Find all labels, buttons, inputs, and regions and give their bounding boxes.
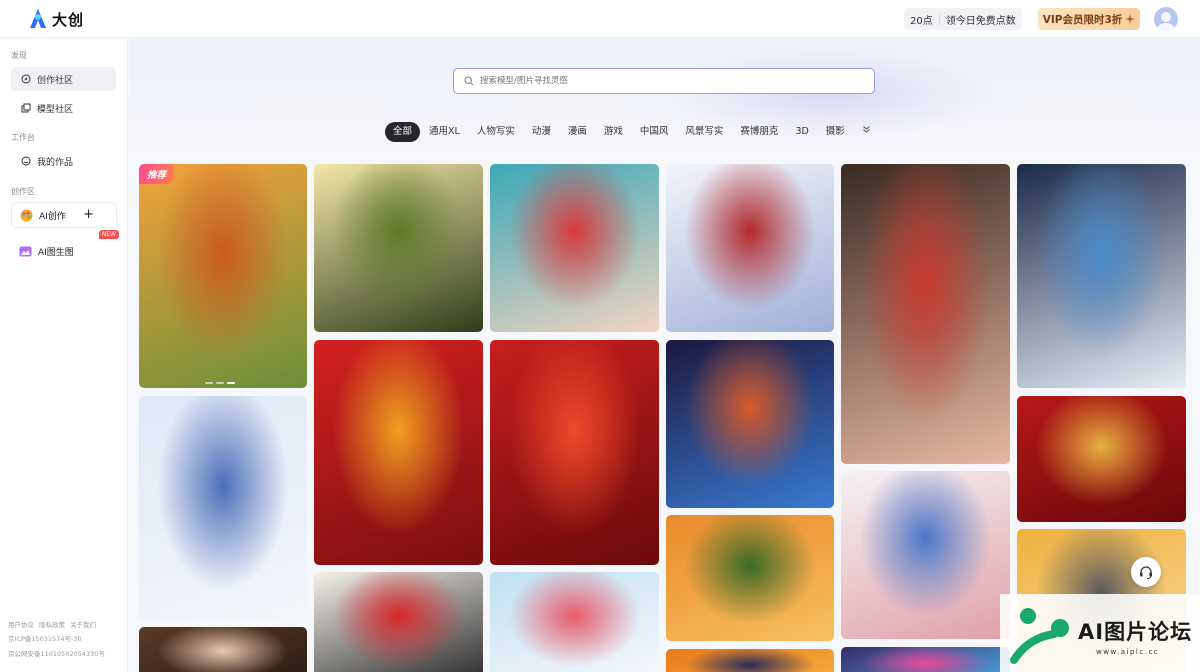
image-card-woman-portrait[interactable] [139, 627, 307, 672]
footer-link-privacy[interactable]: 隐私政策 [39, 619, 65, 629]
image-card-ink-painting[interactable] [314, 572, 483, 672]
new-badge: NEW [98, 230, 119, 239]
logo-icon [28, 8, 48, 30]
image-card-neon-bottom[interactable] [841, 647, 1010, 672]
footer-link-terms[interactable]: 用户协议 [8, 619, 34, 629]
watermark-title: AI图片论坛 [1078, 620, 1193, 644]
sidebar-item-label: 模型社区 [37, 104, 74, 115]
section-create: 创作区 [11, 187, 35, 196]
tab-all[interactable]: 全部 [385, 122, 421, 142]
footer-links: 用户协议 隐私政策 关于我们 [8, 619, 96, 629]
image-card-blue-hair-anime-girl[interactable] [139, 396, 307, 621]
points-bar: 20点 领今日免费点数 [904, 8, 1022, 30]
image-icon [19, 246, 32, 256]
sidebar: 发现 创作社区 模型社区 工作台 我的作品 创作区 AI创作 + AI图生图 N… [0, 39, 128, 672]
watermark-url: www.aiplc.cc [1096, 648, 1160, 656]
section-workbench: 工作台 [11, 133, 35, 142]
footer-link-about[interactable]: 关于我们 [70, 619, 96, 629]
sidebar-item-models[interactable]: 模型社区 [11, 96, 116, 120]
image-card-red-dragon-gate[interactable] [490, 340, 659, 565]
search-icon [464, 76, 474, 86]
compass-icon [21, 74, 31, 84]
image-card-fireworks-pagoda[interactable] [666, 340, 834, 508]
smile-icon [21, 156, 31, 166]
image-card-cartoon-rabbit[interactable]: 推荐 [139, 164, 307, 388]
image-card-chinese-woman[interactable] [841, 164, 1010, 464]
tab-portrait[interactable]: 人物写实 [469, 122, 523, 142]
police-number[interactable]: 京公网安备11010502054330号 [8, 648, 105, 658]
image-card-white-dragon[interactable] [490, 572, 659, 672]
customer-support-button[interactable] [1131, 557, 1161, 587]
sparkle-icon [1125, 14, 1136, 24]
search-box[interactable] [453, 68, 875, 94]
tab-comic[interactable]: 漫画 [560, 122, 595, 142]
sidebar-item-label: AI图生图 [38, 247, 74, 258]
image-card-sugar-skull[interactable] [1017, 164, 1186, 388]
watermark-logo-icon [1010, 608, 1069, 664]
sidebar-item-ai-create[interactable]: AI创作 + [11, 202, 117, 228]
sidebar-item-label: 创作社区 [37, 75, 74, 86]
search-input[interactable] [480, 76, 860, 86]
tabs-expand-icon[interactable] [854, 122, 879, 142]
points-count: 20点 [910, 15, 933, 27]
tab-anime[interactable]: 动漫 [524, 122, 559, 142]
plus-icon[interactable]: + [83, 207, 94, 223]
image-card-cat-girl[interactable] [666, 164, 834, 332]
image-card-red-gold-dragon[interactable] [1017, 396, 1186, 522]
free-points-button[interactable]: 领今日免费点数 [940, 12, 1022, 27]
sidebar-item-my-works[interactable]: 我的作品 [11, 149, 116, 173]
tab-cyberpunk[interactable]: 赛博朋克 [732, 122, 786, 142]
tab-3d[interactable]: 3D [787, 122, 816, 142]
recommend-badge: 推荐 [139, 164, 175, 184]
avatar[interactable] [1154, 7, 1178, 31]
image-card-white-cat-girl[interactable] [841, 471, 1010, 639]
image-card-lion-dance[interactable] [314, 340, 483, 565]
main-content: 全部 通用XL 人物写实 动漫 漫画 游戏 中国风 风景写实 赛博朋克 3D 摄… [129, 39, 1200, 672]
top-header: 大创 20点 领今日免费点数 VIP会员限时3折 [0, 0, 1200, 38]
tab-game[interactable]: 游戏 [596, 122, 631, 142]
sidebar-item-label: AI创作 [39, 211, 66, 222]
vip-button[interactable]: VIP会员限时3折 [1038, 8, 1140, 30]
icp-number[interactable]: 京ICP备15031574号-30 [8, 633, 82, 643]
layers-icon [21, 103, 31, 113]
watermark: AI图片论坛 www.aiplc.cc [1000, 594, 1200, 672]
tab-general-xl[interactable]: 通用XL [421, 122, 468, 142]
tab-photography[interactable]: 摄影 [818, 122, 853, 142]
headset-icon [1140, 566, 1152, 580]
tab-chinese-style[interactable]: 中国风 [632, 122, 677, 142]
carousel-dots[interactable] [205, 382, 235, 384]
category-tabs: 全部 通用XL 人物写实 动漫 漫画 游戏 中国风 风景写实 赛博朋克 3D 摄… [385, 122, 880, 142]
logo-text: 大创 [52, 10, 85, 29]
vip-label: VIP会员限时3折 [1042, 13, 1123, 26]
logo[interactable]: 大创 [28, 8, 84, 30]
palette-icon [20, 209, 33, 221]
sidebar-item-img2img[interactable]: AI图生图 NEW [11, 230, 119, 264]
sidebar-item-label: 我的作品 [37, 157, 74, 168]
image-card-orange-bottom[interactable] [666, 649, 834, 672]
image-card-fox-dog[interactable] [666, 515, 834, 641]
section-discover: 发现 [11, 51, 27, 60]
image-card-tree-lined-path[interactable] [314, 164, 483, 332]
image-card-anime-teal-hair[interactable] [490, 164, 659, 332]
tab-landscape[interactable]: 风景写实 [677, 122, 731, 142]
sidebar-item-community[interactable]: 创作社区 [11, 67, 116, 91]
